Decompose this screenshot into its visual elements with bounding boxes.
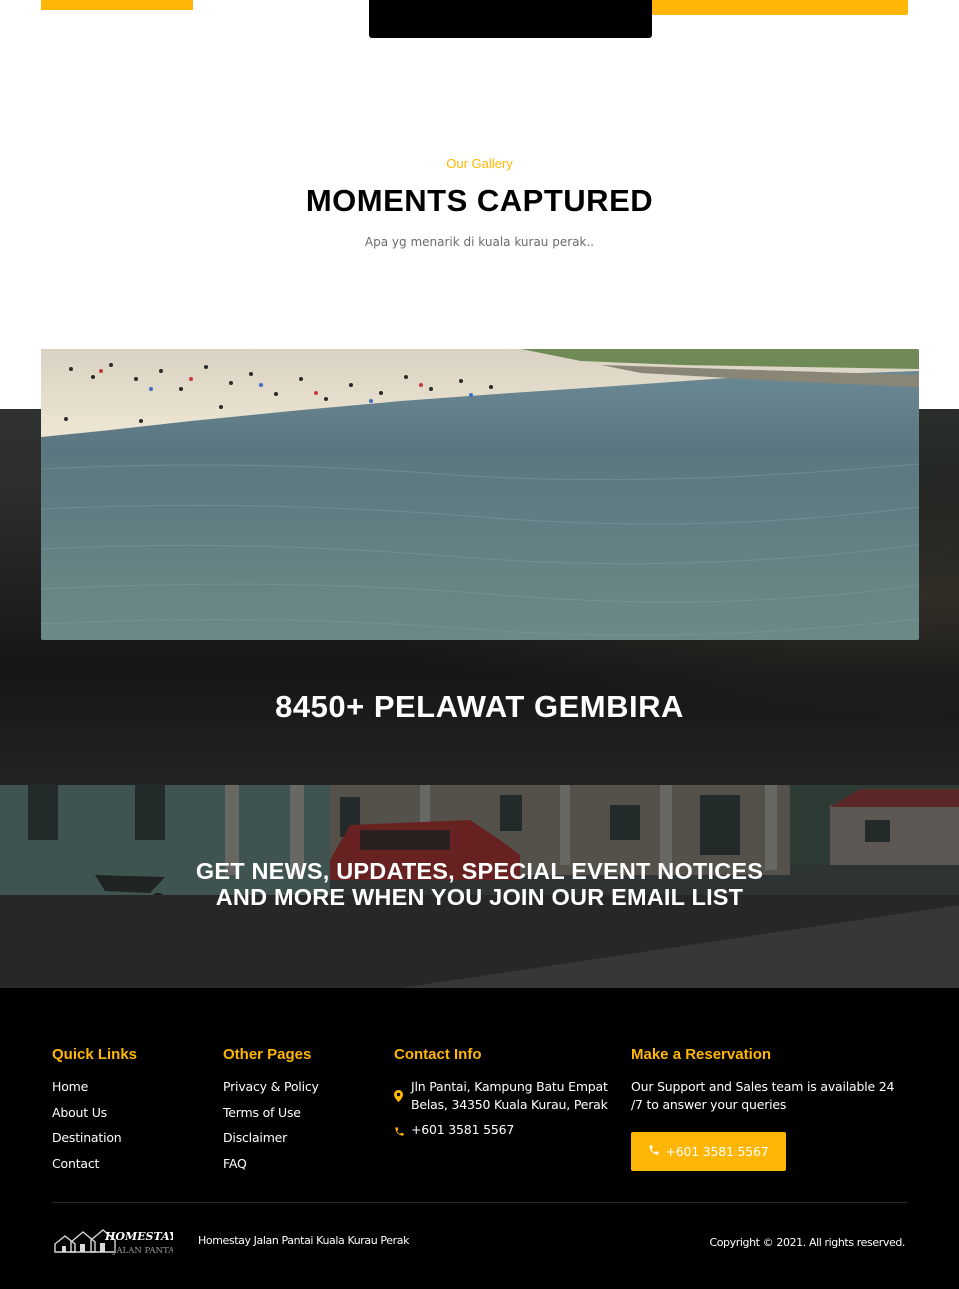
visitors-count-heading: 8450+ PELAWAT GEMBIRA xyxy=(275,689,684,724)
footer-link-terms-of-use[interactable]: Terms of Use xyxy=(223,1105,301,1120)
footer-link-privacy-policy[interactable]: Privacy & Policy xyxy=(223,1079,319,1094)
footer-link-faq[interactable]: FAQ xyxy=(223,1156,247,1171)
top-yellow-button[interactable] xyxy=(41,0,193,10)
gallery-kicker: Our Gallery xyxy=(446,156,513,171)
footer-link-about-us[interactable]: About Us xyxy=(52,1105,107,1120)
gallery-title: MOMENTS CAPTURED xyxy=(305,183,654,218)
phone-icon xyxy=(394,1124,405,1142)
newsletter-heading-line1: GET NEWS, UPDATES, SPECIAL EVENT NOTICES xyxy=(195,858,764,884)
top-yellow-button-right[interactable] xyxy=(652,0,908,15)
other-pages-title: Other Pages xyxy=(223,1046,312,1063)
footer-link-contact[interactable]: Contact xyxy=(52,1156,99,1171)
quick-links-title: Quick Links xyxy=(52,1046,138,1063)
site-logo[interactable]: HOMESTAY JALAN PANTAI xyxy=(53,1226,178,1261)
footer-link-destination[interactable]: Destination xyxy=(52,1130,122,1145)
contact-address: Jln Pantai, Kampung Batu Empat Belas, 34… xyxy=(411,1078,608,1114)
reservation-title: Make a Reservation xyxy=(631,1046,772,1063)
footer-link-disclaimer[interactable]: Disclaimer xyxy=(223,1130,287,1145)
svg-text:JALAN PANTAI: JALAN PANTAI xyxy=(112,1246,173,1256)
phone-icon xyxy=(648,1144,660,1159)
gallery-subtitle: Apa yg menarik di kuala kurau perak.. xyxy=(364,235,595,249)
reservation-button-label: +601 3581 5567 xyxy=(665,1144,769,1159)
newsletter-heading-line2: AND MORE WHEN YOU JOIN OUR EMAIL LIST xyxy=(215,884,744,910)
footer-copyright: Copyright © 2021. All rights reserved. xyxy=(709,1236,905,1249)
footer-divider xyxy=(52,1202,907,1203)
top-dark-card xyxy=(369,0,652,38)
contact-info-title: Contact Info xyxy=(394,1046,482,1063)
map-pin-icon xyxy=(394,1089,403,1107)
contact-address-line2: Belas, 34350 Kuala Kurau, Perak xyxy=(411,1097,608,1112)
footer-link-home[interactable]: Home xyxy=(52,1079,88,1094)
reservation-call-button[interactable]: +601 3581 5567 xyxy=(631,1132,786,1171)
reservation-description: Our Support and Sales team is available … xyxy=(631,1079,895,1112)
contact-address-line1: Jln Pantai, Kampung Batu Empat xyxy=(411,1079,608,1094)
contact-phone[interactable]: +601 3581 5567 xyxy=(411,1121,514,1139)
footer-site-name: Homestay Jalan Pantai Kuala Kurau Perak xyxy=(198,1234,410,1247)
gallery-photo-beach[interactable] xyxy=(41,349,919,640)
svg-text:HOMESTAY: HOMESTAY xyxy=(104,1230,173,1243)
newsletter-heading: GET NEWS, UPDATES, SPECIAL EVENT NOTICES… xyxy=(0,858,959,910)
